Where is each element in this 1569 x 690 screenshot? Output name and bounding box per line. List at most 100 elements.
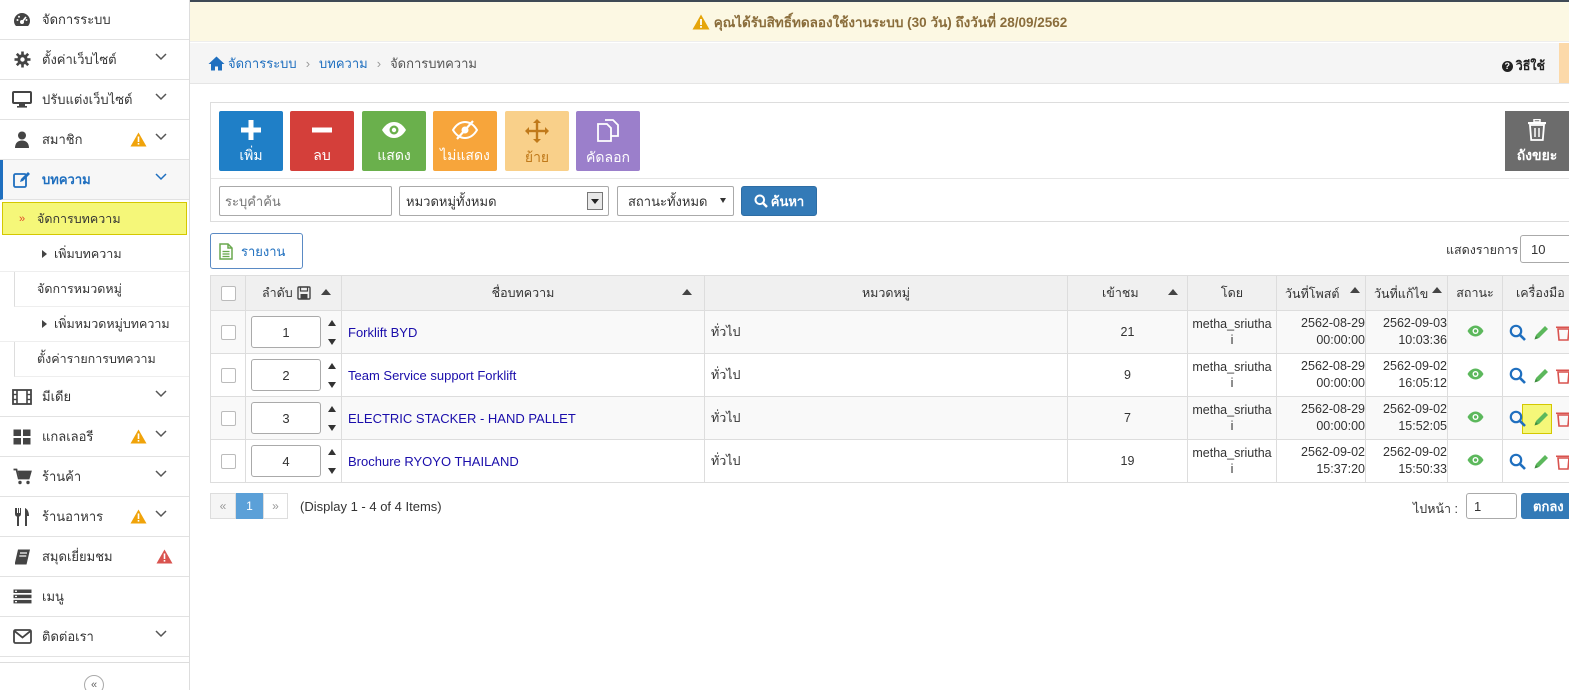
sidebar-item-restaurant[interactable]: ร้านอาหาร — [0, 497, 189, 537]
header-orange-tab[interactable] — [1559, 43, 1569, 83]
show-button[interactable]: แสดง — [362, 111, 426, 171]
sidebar-sub-list-settings[interactable]: ตั้งค่ารายการบทความ — [14, 342, 189, 377]
collapse-sidebar-button[interactable]: « — [84, 675, 104, 690]
visible-eye-icon[interactable] — [1467, 368, 1484, 380]
edit-pencil-icon[interactable] — [1533, 324, 1550, 341]
delete-trash-icon[interactable] — [1555, 367, 1569, 384]
sidebar-item-customize[interactable]: ปรับแต่งเว็บไซต์ — [0, 80, 189, 120]
sidebar-item-site-settings[interactable]: ตั้งค่าเว็บไซต์ — [0, 40, 189, 80]
view-search-icon[interactable] — [1509, 453, 1526, 470]
sort-asc-icon[interactable] — [1350, 287, 1360, 293]
view-search-icon[interactable] — [1509, 410, 1526, 427]
visible-eye-icon[interactable] — [1467, 454, 1484, 466]
delete-button[interactable]: ลบ — [290, 111, 354, 171]
order-up-icon[interactable] — [328, 406, 336, 412]
edited-time: 16:05:12 — [1398, 376, 1447, 390]
order-input[interactable]: 4 — [251, 445, 321, 477]
dashboard-icon — [12, 11, 32, 29]
search-input[interactable] — [219, 186, 392, 216]
header-edited[interactable]: วันที่แก้ไข — [1365, 275, 1448, 311]
sort-asc-icon[interactable] — [1168, 289, 1178, 295]
delete-trash-icon[interactable] — [1555, 453, 1569, 470]
sort-asc-icon[interactable] — [321, 289, 331, 295]
header-posted-label: วันที่โพสต์ — [1285, 287, 1340, 301]
visible-eye-icon[interactable] — [1467, 411, 1484, 423]
prev-page-button[interactable]: « — [210, 493, 236, 519]
move-button[interactable]: ย้าย — [505, 111, 569, 171]
breadcrumb-articles[interactable]: บทความ — [319, 53, 368, 74]
article-title-link[interactable]: ELECTRIC STACKER - HAND PALLET — [342, 411, 576, 426]
report-button[interactable]: รายงาน — [210, 233, 303, 269]
row-checkbox[interactable] — [220, 410, 236, 426]
order-down-icon[interactable] — [328, 425, 336, 431]
goto-ok-button[interactable]: ตกลง — [1521, 493, 1569, 519]
delete-trash-icon[interactable] — [1555, 324, 1569, 341]
row-checkbox[interactable] — [220, 367, 236, 383]
sidebar-sub-manage-articles[interactable]: » จัดการบทความ — [2, 202, 187, 235]
order-input[interactable]: 3 — [251, 402, 321, 434]
header-views[interactable]: เข้าชม — [1067, 275, 1188, 311]
sidebar-item-contact[interactable]: ติดต่อเรา — [0, 617, 189, 657]
save-order-icon[interactable] — [297, 286, 311, 300]
sort-asc-icon[interactable] — [682, 289, 692, 295]
view-search-icon[interactable] — [1509, 367, 1526, 384]
sort-asc-icon[interactable] — [1432, 287, 1442, 293]
sidebar-item-members[interactable]: สมาชิก — [0, 120, 189, 160]
goto-page-input[interactable]: 1 — [1466, 493, 1517, 519]
order-down-icon[interactable] — [328, 382, 336, 388]
show-list-select[interactable]: 10 — [1520, 235, 1569, 263]
order-up-icon[interactable] — [328, 449, 336, 455]
row-tools-cell — [1502, 439, 1569, 483]
trash-button[interactable]: ถังขยะ — [1505, 111, 1569, 171]
header-title[interactable]: ชื่อบทความ — [341, 275, 705, 311]
add-button[interactable]: เพิ่ม — [219, 111, 283, 171]
sidebar-sub-label: เพิ่มหมวดหมู่บทความ — [54, 317, 170, 331]
help-link[interactable]: ? วิธีใช้ — [1501, 56, 1545, 76]
article-title-link[interactable]: Team Service support Forklift — [342, 368, 516, 383]
header-order[interactable]: ลำดับ — [245, 275, 342, 311]
sidebar-sub-add-category[interactable]: เพิ่มหมวดหมู่บทความ — [0, 307, 189, 342]
header-posted[interactable]: วันที่โพสต์ — [1276, 275, 1366, 311]
visible-eye-icon[interactable] — [1467, 325, 1484, 337]
sidebar-item-dashboard[interactable]: จัดการระบบ — [0, 0, 189, 40]
order-up-icon[interactable] — [328, 363, 336, 369]
sidebar-item-articles[interactable]: บทความ — [0, 160, 189, 200]
status-select[interactable]: สถานะทั้งหมด — [617, 186, 734, 216]
sidebar-sub-add-article[interactable]: เพิ่มบทความ — [0, 237, 189, 272]
home-icon[interactable] — [208, 56, 225, 71]
sidebar-sub-manage-categories[interactable]: จัดการหมวดหมู่ — [14, 272, 189, 307]
order-down-icon[interactable] — [328, 468, 336, 474]
breadcrumb-home[interactable]: จัดการระบบ — [228, 53, 297, 74]
sidebar-item-media[interactable]: มีเดีย — [0, 377, 189, 417]
article-title-link[interactable]: Forklift BYD — [342, 325, 417, 340]
hide-button[interactable]: ไม่แสดง — [433, 111, 497, 171]
sidebar-item-gallery[interactable]: แกลเลอรี — [0, 417, 189, 457]
caret-right-icon — [42, 320, 47, 328]
row-checkbox[interactable] — [220, 453, 236, 469]
sidebar-item-guestbook[interactable]: สมุดเยี่ยมชม — [0, 537, 189, 577]
next-page-button[interactable]: » — [263, 493, 288, 519]
sidebar-item-menu[interactable]: เมนู — [0, 577, 189, 617]
caret-down-icon — [591, 198, 599, 204]
current-page-button[interactable]: 1 — [236, 493, 263, 519]
article-title-link[interactable]: Brochure RYOYO THAILAND — [342, 454, 519, 469]
row-checkbox[interactable] — [220, 324, 236, 340]
edit-pencil-icon[interactable] — [1533, 367, 1550, 384]
display-count: (Display 1 - 4 of 4 Items) — [300, 499, 442, 514]
select-all-checkbox[interactable] — [220, 285, 236, 301]
sidebar-item-shop[interactable]: ร้านค้า — [0, 457, 189, 497]
copy-button[interactable]: คัดลอก — [576, 111, 640, 171]
sidebar-item-label: มีเดีย — [42, 389, 72, 404]
order-input[interactable]: 1 — [251, 316, 321, 348]
dropdown-button[interactable] — [587, 192, 603, 210]
book-icon — [12, 548, 32, 566]
order-down-icon[interactable] — [328, 339, 336, 345]
edit-pencil-icon[interactable] — [1533, 453, 1550, 470]
view-search-icon[interactable] — [1509, 324, 1526, 341]
order-up-icon[interactable] — [328, 320, 336, 326]
delete-trash-icon[interactable] — [1555, 410, 1569, 427]
category-select[interactable]: หมวดหมู่ทั้งหมด — [399, 186, 609, 216]
order-input[interactable]: 2 — [251, 359, 321, 391]
search-button[interactable]: ค้นหา — [741, 186, 817, 216]
edit-pencil-icon[interactable] — [1533, 410, 1550, 427]
